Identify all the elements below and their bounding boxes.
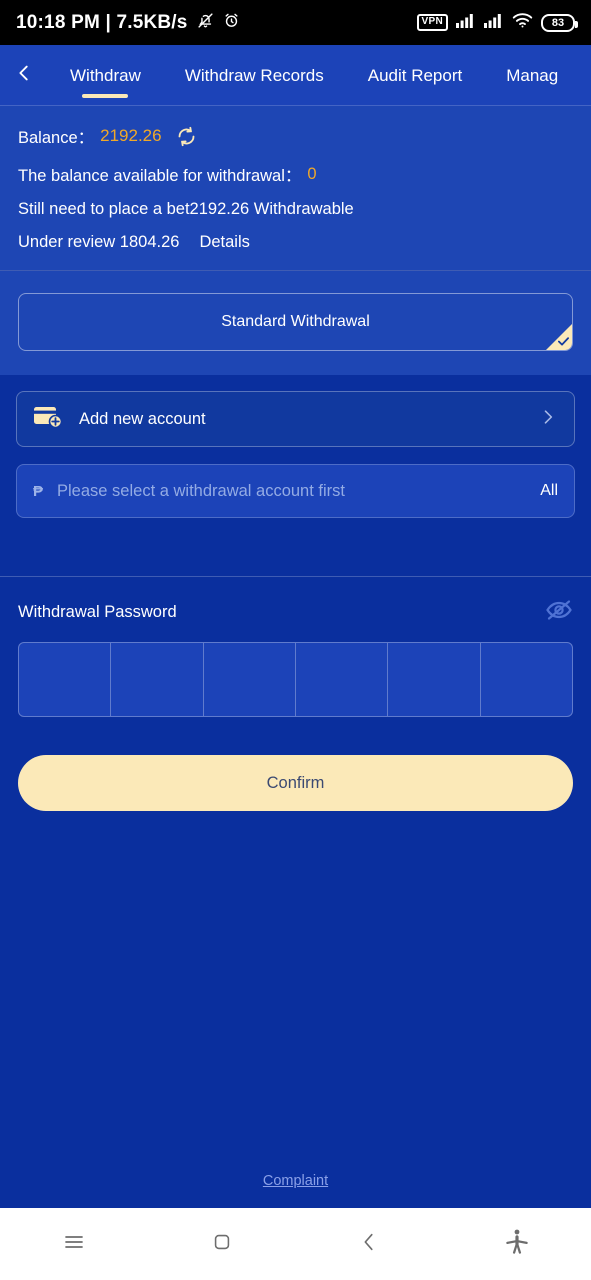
available-balance-row: The balance available for withdrawal： 0 bbox=[18, 162, 573, 186]
amount-input[interactable]: Please select a withdrawal account first bbox=[57, 482, 540, 501]
confirm-section: Confirm bbox=[0, 717, 591, 811]
peso-symbol-icon: ₱ bbox=[33, 482, 44, 500]
standard-withdrawal-option[interactable]: Standard Withdrawal bbox=[18, 293, 573, 351]
battery-level: 83 bbox=[551, 16, 565, 29]
accessibility-icon bbox=[504, 1228, 530, 1261]
eye-off-icon[interactable] bbox=[545, 599, 573, 626]
password-otp-row bbox=[18, 642, 573, 717]
confirm-button[interactable]: Confirm bbox=[18, 755, 573, 811]
withdrawal-password-section: Withdrawal Password bbox=[0, 577, 591, 717]
balance-value: 2192.26 bbox=[100, 126, 162, 145]
tab-withdraw[interactable]: Withdraw bbox=[48, 45, 163, 106]
standard-withdrawal-label: Standard Withdrawal bbox=[221, 313, 370, 330]
status-bar: 10:18 PM | 7.5KB/s VPN 83 bbox=[0, 0, 591, 45]
home-square-icon bbox=[211, 1231, 233, 1258]
bell-muted-icon bbox=[197, 12, 214, 34]
wifi-icon bbox=[512, 12, 533, 33]
tab-label: Withdraw Records bbox=[184, 65, 324, 85]
refresh-icon[interactable] bbox=[176, 126, 197, 147]
nav-home-button[interactable] bbox=[148, 1231, 296, 1258]
bet-requirement-row: Still need to place a bet2192.26 Withdra… bbox=[18, 200, 573, 219]
complaint-link[interactable]: Complaint bbox=[263, 1173, 328, 1189]
tab-list: Withdraw Withdraw Records Audit Report M… bbox=[48, 45, 591, 106]
available-label: The balance available for withdrawal： bbox=[18, 167, 302, 185]
withdrawal-method-section: Standard Withdrawal bbox=[0, 271, 591, 375]
withdrawal-password-label: Withdrawal Password bbox=[18, 603, 177, 621]
check-mark-icon bbox=[557, 337, 570, 346]
balance-label: Balance： bbox=[18, 129, 95, 147]
tab-active-indicator bbox=[82, 94, 129, 98]
tab-label: Manag bbox=[506, 65, 559, 85]
password-digit-4[interactable] bbox=[296, 643, 389, 716]
password-digit-6[interactable] bbox=[481, 643, 572, 716]
balance-row: Balance： 2192.26 bbox=[18, 124, 573, 148]
all-amount-button[interactable]: All bbox=[540, 482, 558, 500]
section-spacer bbox=[0, 518, 591, 576]
app-screen: 10:18 PM | 7.5KB/s VPN 83 Withdraw Withd… bbox=[0, 0, 591, 1280]
withdrawal-amount-field[interactable]: ₱ Please select a withdrawal account fir… bbox=[16, 464, 575, 518]
add-new-account-label: Add new account bbox=[79, 409, 206, 428]
tab-withdraw-records[interactable]: Withdraw Records bbox=[163, 45, 346, 106]
back-chevron-icon bbox=[358, 1231, 380, 1258]
tab-label: Audit Report bbox=[367, 65, 463, 85]
vpn-badge: VPN bbox=[416, 14, 448, 31]
complaint-section: Complaint bbox=[0, 1172, 591, 1208]
account-amount-section: Add new account ₱ Please select a withdr… bbox=[0, 375, 591, 518]
balance-info-block: Balance： 2192.26 The balance available f… bbox=[0, 106, 591, 270]
content-filler bbox=[0, 811, 591, 1172]
chevron-left-icon bbox=[13, 62, 35, 89]
signal-bars-icon bbox=[456, 13, 476, 33]
available-value: 0 bbox=[307, 164, 317, 183]
alarm-clock-icon bbox=[223, 12, 240, 34]
password-digit-3[interactable] bbox=[204, 643, 296, 716]
password-digit-1[interactable] bbox=[19, 643, 112, 716]
signal-bars-icon bbox=[484, 13, 504, 33]
add-new-account-row[interactable]: Add new account bbox=[16, 391, 575, 447]
menu-icon bbox=[62, 1230, 86, 1259]
nav-recents-button[interactable] bbox=[0, 1230, 148, 1259]
tab-audit-report[interactable]: Audit Report bbox=[346, 45, 485, 106]
back-button[interactable] bbox=[0, 45, 48, 106]
android-nav-bar bbox=[0, 1208, 591, 1280]
nav-accessibility-button[interactable] bbox=[443, 1228, 591, 1261]
status-clock: 10:18 PM | 7.5KB/s bbox=[16, 11, 188, 33]
password-digit-2[interactable] bbox=[111, 643, 204, 716]
top-tab-bar: Withdraw Withdraw Records Audit Report M… bbox=[0, 45, 591, 106]
password-digit-5[interactable] bbox=[388, 643, 481, 716]
battery-indicator: 83 bbox=[541, 13, 578, 32]
card-plus-icon bbox=[33, 405, 63, 434]
nav-back-button[interactable] bbox=[296, 1231, 444, 1258]
status-bar-right: VPN 83 bbox=[416, 12, 578, 33]
chevron-right-icon bbox=[538, 407, 558, 432]
tab-management[interactable]: Manag bbox=[484, 45, 580, 106]
under-review-text: Under review 1804.26 bbox=[18, 233, 180, 251]
bet-requirement-text: Still need to place a bet2192.26 Withdra… bbox=[18, 200, 354, 218]
status-bar-left: 10:18 PM | 7.5KB/s bbox=[16, 12, 240, 34]
password-header: Withdrawal Password bbox=[18, 599, 573, 626]
under-review-row: Under review 1804.26 Details bbox=[18, 233, 573, 252]
tab-label: Withdraw bbox=[70, 65, 141, 85]
details-link[interactable]: Details bbox=[199, 233, 249, 252]
